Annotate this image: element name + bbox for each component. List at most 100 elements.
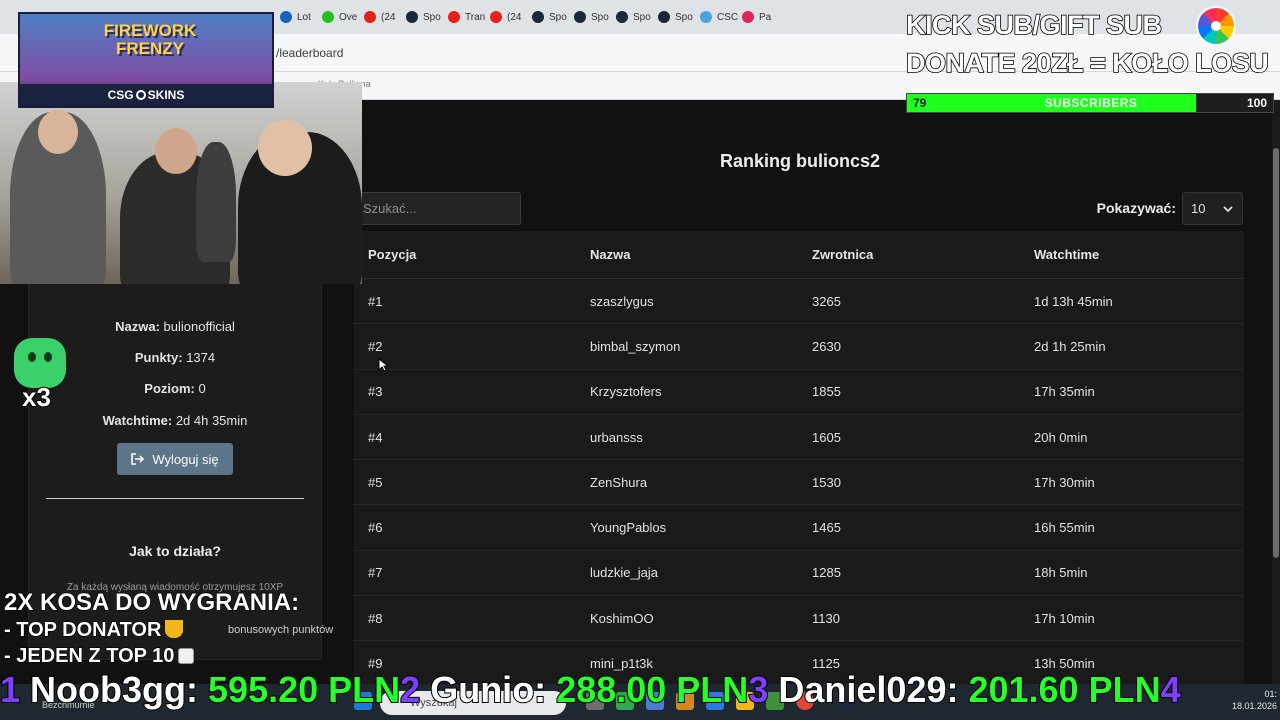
prize-line-2: - JEDEN Z TOP 10 — [3, 643, 299, 669]
table-row[interactable]: #1 szaszlygus 3265 1d 13h 45min — [354, 279, 1244, 325]
mascot-eye — [28, 352, 36, 362]
profile-level-value: 0 — [198, 381, 206, 396]
promo-banner: FIREWORK FRENZY CSG SKINS — [18, 12, 274, 108]
browser-tab[interactable]: Tran — [448, 5, 490, 29]
browser-tab[interactable]: (24 — [490, 5, 532, 29]
cell-points: 2630 — [812, 338, 841, 354]
tab-favicon-icon — [700, 11, 712, 23]
cell-points: 1855 — [812, 384, 841, 400]
logout-label: Wyloguj się — [152, 451, 219, 467]
webcam-face — [38, 110, 78, 154]
browser-tab[interactable]: Spo — [574, 5, 616, 29]
webcam-face — [258, 120, 312, 176]
scrollbar-thumb[interactable] — [1273, 148, 1279, 558]
kick-sub-line-2: DONATE 20ZŁ = KOŁO LOSU — [905, 47, 1269, 79]
tab-favicon-icon — [322, 11, 334, 23]
cell-watchtime: 1d 13h 45min — [1034, 293, 1113, 309]
mouse-cursor-icon — [378, 358, 388, 372]
tab-favicon-icon — [574, 11, 586, 23]
tab-label: Ove — [339, 11, 358, 23]
subscriber-goal-current: 79 — [913, 96, 927, 110]
ticker-rank: 2 — [399, 669, 421, 711]
ticker-amount: 595.20 PLN — [207, 669, 401, 711]
cell-position: #2 — [368, 338, 383, 354]
profile-divider — [46, 498, 304, 499]
subscriber-goal-max: 100 — [1246, 96, 1267, 110]
subscriber-goal-bar: SUBSCRIBERS 79 100 — [906, 93, 1274, 113]
donation-ticker: 1 Noob3gg: 595.20 PLN2 Gunio: 288.00 PLN… — [0, 669, 1280, 711]
promo-brand-text: CSG — [107, 88, 134, 102]
browser-tab[interactable]: Spo — [532, 5, 574, 29]
multiplier-badge: x3 — [21, 381, 52, 413]
page-scrollbar[interactable] — [1272, 100, 1280, 684]
table-row[interactable]: #7 ludzkie_jaja 1285 18h 5min — [354, 551, 1244, 597]
profile-watchtime-value: 2d 4h 35min — [175, 413, 248, 428]
trophy-icon — [165, 620, 184, 638]
cell-position: #3 — [368, 384, 383, 400]
browser-tab[interactable]: Ove — [322, 5, 364, 29]
browser-tab[interactable]: Spo — [406, 5, 448, 29]
tab-label: Lot — [297, 11, 311, 23]
tab-label: CSC — [717, 11, 739, 23]
cell-position: #1 — [368, 293, 383, 309]
cell-name: YoungPablos — [590, 520, 667, 536]
prize-line-2-text: - JEDEN Z TOP 10 — [3, 644, 175, 667]
webcam-face — [155, 128, 197, 174]
leaderboard-table: Pozycja Nazwa Zwrotnica Watchtime #1 szas… — [354, 231, 1244, 687]
chevron-down-icon — [1223, 205, 1233, 212]
cell-watchtime: 2d 1h 25min — [1034, 338, 1106, 354]
browser-tab[interactable]: (24 — [364, 5, 406, 29]
browser-tab[interactable]: Spo — [616, 5, 658, 29]
cell-position: #4 — [368, 429, 383, 445]
column-header-position[interactable]: Pozycja — [368, 247, 416, 262]
profile-name-label: Nazwa: — [115, 319, 160, 334]
table-row[interactable]: #2 bimbal_szymon 2630 2d 1h 25min — [354, 324, 1244, 370]
profile-watchtime-label: Watchtime: — [102, 413, 173, 428]
tab-favicon-icon — [658, 11, 670, 23]
browser-tab[interactable]: CSC — [700, 5, 742, 29]
cell-watchtime: 17h 35min — [1034, 384, 1095, 400]
ticker-name: Daniel029: — [777, 669, 959, 711]
logout-button[interactable]: Wyloguj się — [117, 443, 233, 475]
tab-label: (24 — [507, 11, 522, 23]
tab-label: Spo — [423, 11, 441, 23]
cell-watchtime: 18h 5min — [1034, 565, 1088, 581]
ticker-amount: 201.60 PLN — [967, 669, 1161, 711]
column-header-watchtime[interactable]: Watchtime — [1034, 247, 1099, 262]
cell-position: #5 — [368, 474, 383, 490]
table-row[interactable]: #4 urbansss 1605 20h 0min — [354, 415, 1244, 461]
url-text[interactable]: /leaderboard — [276, 46, 343, 60]
promo-brand: CSG SKINS — [20, 84, 272, 106]
table-row[interactable]: #6 YoungPablos 1465 16h 55min — [354, 505, 1244, 551]
screen: Lot Ove (24 Spo Tran (24 Spo Spo Spo Spo CSC Pa /le… — [0, 0, 1280, 720]
profile-points-label: Punkty: — [134, 350, 183, 365]
page-size-label: Pokazywać: — [1096, 200, 1176, 216]
cell-name: Krzysztofers — [590, 384, 662, 400]
column-header-points[interactable]: Zwrotnica — [812, 247, 873, 262]
prize-title: 2X KOSA DO WYGRANIA: — [3, 588, 300, 617]
prize-line-1: - TOP DONATOR — [3, 617, 299, 643]
dice-icon — [178, 648, 195, 664]
ticker-rank: 3 — [747, 669, 769, 711]
green-mascot-icon — [14, 338, 66, 388]
cell-watchtime: 17h 30min — [1034, 474, 1095, 490]
column-header-name[interactable]: Nazwa — [590, 247, 630, 262]
tab-favicon-icon — [280, 11, 292, 23]
tab-label: (24 — [381, 11, 396, 23]
cell-points: 1530 — [812, 474, 841, 490]
browser-tab[interactable]: Lot — [280, 5, 322, 29]
promo-title: FIREWORK FRENZY — [103, 21, 197, 58]
cell-watchtime: 17h 10min — [1034, 610, 1095, 626]
page-size-select[interactable]: 10 — [1182, 192, 1243, 225]
table-row[interactable]: #8 KoshimOO 1130 17h 10min — [354, 596, 1244, 642]
table-row[interactable]: #5 ZenShura 1530 17h 30min — [354, 460, 1244, 506]
search-input[interactable] — [356, 192, 521, 225]
cell-position: #6 — [368, 520, 383, 536]
mascot-eye — [44, 352, 52, 362]
tab-label: Tran — [465, 11, 486, 23]
browser-tab[interactable]: Spo — [658, 5, 700, 29]
tab-favicon-icon — [616, 11, 628, 23]
table-row[interactable]: #3 Krzysztofers 1855 17h 35min — [354, 370, 1244, 415]
ticker-amount: 288.00 PLN — [555, 669, 749, 711]
browser-tab[interactable]: Pa — [742, 5, 784, 29]
